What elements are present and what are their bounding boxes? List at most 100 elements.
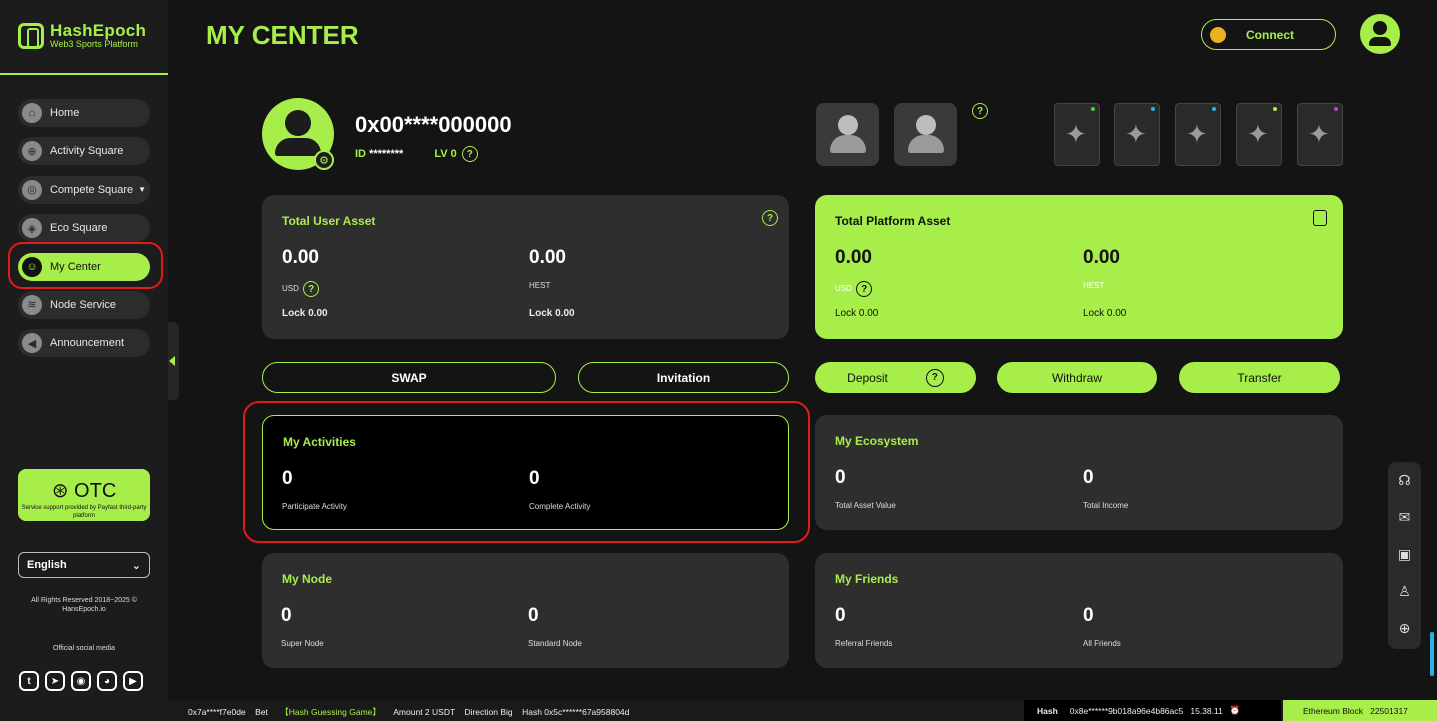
social-links: t ➤ ◉ ◕ ▶: [19, 671, 143, 691]
ticker-amount: Amount 2 USDT: [393, 707, 455, 717]
social-title: Official social media: [52, 645, 116, 652]
sidebar-item-label: Node Service: [50, 298, 117, 311]
ticker-address: 0x7a****f7e0de: [188, 707, 246, 717]
grid-icon: ⊕: [22, 141, 42, 162]
document-icon[interactable]: [1313, 210, 1327, 226]
highlight-activities: [243, 401, 810, 543]
sidebar-nav: ⌂ Home ⊕ Activity Square ◎ Compete Square ▼ …: [18, 99, 150, 368]
main-content: MY CENTER Connect ⚙ 0x00****000000 ID **…: [168, 0, 1437, 700]
standard-node-label: Standard Node: [528, 639, 582, 648]
globe-icon[interactable]: ⊕: [1388, 610, 1421, 647]
referral-value: 0: [835, 605, 846, 626]
bet-ticker: 0x7a****f7e0de Bet 【Hash Guessing Game】 …: [188, 706, 629, 718]
id-value: ********: [369, 147, 404, 160]
youtube-icon[interactable]: ▶: [123, 671, 143, 691]
hest-value: 0.00: [529, 247, 566, 268]
platform-asset-panel: Total Platform Asset 0.00 USD ? 0.00 HES…: [815, 195, 1343, 339]
swap-button[interactable]: SWAP: [262, 362, 556, 393]
profile-avatar[interactable]: ⚙: [262, 98, 334, 170]
lock-usd: Lock 0.00: [835, 308, 879, 319]
star-card-3[interactable]: [1175, 103, 1221, 166]
help-icon[interactable]: ?: [972, 103, 988, 119]
sidebar-item-eco-square[interactable]: ◈ Eco Square: [18, 214, 150, 243]
panel-title: My Ecosystem: [835, 434, 919, 448]
sidebar-item-node-service[interactable]: ≋ Node Service: [18, 290, 150, 319]
connect-button[interactable]: Connect: [1201, 19, 1336, 50]
language-select[interactable]: English ⌄: [18, 552, 150, 578]
asset-value: 0: [835, 467, 846, 488]
hash-value: 0x8e******9b018a96e4b86ac5: [1069, 705, 1184, 716]
avatar-badge-1[interactable]: [816, 103, 879, 166]
otc-icon: ⊛: [51, 480, 75, 502]
lock-hest: Lock 0.00: [529, 308, 575, 319]
sidebar-item-home[interactable]: ⌂ Home: [18, 99, 150, 127]
lock-usd: Lock 0.00: [282, 308, 328, 319]
gear-icon[interactable]: ⚙: [314, 150, 334, 170]
star-card-5[interactable]: [1297, 103, 1343, 166]
level-value: LV 0: [434, 147, 457, 160]
highlight-my-center: [8, 242, 163, 289]
connect-label: Connect: [1246, 27, 1294, 42]
discord-icon[interactable]: ◕: [97, 671, 117, 691]
otc-note: Service support provided by Payfast thir…: [21, 505, 147, 519]
ticker-game: 【Hash Guessing Game】: [280, 707, 381, 717]
eco-icon: ◈: [22, 218, 42, 239]
telegram-icon[interactable]: ➤: [45, 671, 65, 691]
ticker-bet: Bet: [255, 707, 268, 717]
logo-divider: [0, 73, 168, 75]
help-icon[interactable]: ?: [856, 281, 873, 297]
avatar-badge-2[interactable]: [894, 103, 957, 166]
scrollbar[interactable]: [1430, 632, 1434, 676]
eth-label: Ethereum Block: [1303, 705, 1363, 716]
wallet-icon[interactable]: ▣: [1388, 536, 1421, 573]
invitation-button[interactable]: Invitation: [578, 362, 789, 393]
help-icon[interactable]: ?: [461, 146, 478, 162]
sidebar-item-activity-square[interactable]: ⊕ Activity Square: [18, 137, 150, 166]
ecosystem-panel: My Ecosystem 0 Total Asset Value 0 Total…: [815, 415, 1343, 530]
brand-name: HashEpoch: [50, 21, 147, 40]
otc-banner[interactable]: ⊛ OTC Service support provided by Payfas…: [18, 469, 150, 521]
sidebar-item-announcement[interactable]: ◀ Announcement: [18, 329, 150, 358]
usd-label: USD ?: [835, 281, 873, 297]
income-value: 0: [1083, 467, 1094, 488]
usd-value: 0.00: [282, 247, 319, 268]
hest-label: HEST: [1083, 281, 1105, 290]
star-card-2[interactable]: [1114, 103, 1160, 166]
sidebar-item-compete-square[interactable]: ◎ Compete Square ▼: [18, 175, 150, 204]
hest-value: 0.00: [1083, 247, 1120, 268]
star-card-1[interactable]: [1054, 103, 1100, 166]
hash-ticker: Hash 0x8e******9b018a96e4b86ac5 15.38.11…: [1024, 700, 1281, 721]
star-card-4[interactable]: [1236, 103, 1282, 166]
help-icon[interactable]: ?: [303, 281, 320, 297]
lock-hest: Lock 0.00: [1083, 308, 1127, 319]
help-icon[interactable]: ?: [762, 210, 778, 226]
withdraw-button[interactable]: Withdraw: [997, 362, 1157, 393]
sidebar-item-label: Activity Square: [50, 145, 124, 158]
deposit-button[interactable]: Deposit?: [815, 362, 976, 393]
ticker-bar: 0x7a****f7e0de Bet 【Hash Guessing Game】 …: [168, 700, 1437, 721]
instagram-icon[interactable]: ◉: [71, 671, 91, 691]
logo-mark-icon: [18, 23, 44, 49]
sidebar-item-label: Home: [50, 107, 80, 119]
wallet-address: 0x00****000000: [355, 112, 512, 137]
super-node-label: Super Node: [281, 639, 324, 648]
eth-block: 22501317: [1370, 705, 1408, 716]
twitter-icon[interactable]: t: [19, 671, 39, 691]
node-panel: My Node 0 Super Node 0 Standard Node: [262, 553, 789, 668]
logo[interactable]: HashEpoch Web3 Sports Platform: [18, 22, 146, 50]
usd-label: USD ?: [282, 281, 320, 297]
clock-icon: ⏰: [1229, 705, 1241, 715]
deposit-label: Deposit: [847, 370, 888, 385]
users-icon[interactable]: ♙: [1388, 573, 1421, 610]
home-icon: ⌂: [22, 103, 42, 123]
headset-icon[interactable]: ☊: [1388, 462, 1421, 499]
asset-label: Total Asset Value: [835, 501, 896, 510]
ticker-direction: Direction Big: [464, 707, 513, 717]
user-avatar-button[interactable]: [1360, 14, 1400, 54]
mail-icon[interactable]: ✉: [1388, 499, 1421, 536]
copyright: All Rights Reserved 2018~2025 © HansEpoc…: [31, 597, 137, 613]
help-icon[interactable]: ?: [925, 368, 944, 387]
referral-label: Referral Friends: [835, 639, 893, 648]
panel-title: My Friends: [835, 572, 899, 586]
transfer-button[interactable]: Transfer: [1179, 362, 1340, 393]
